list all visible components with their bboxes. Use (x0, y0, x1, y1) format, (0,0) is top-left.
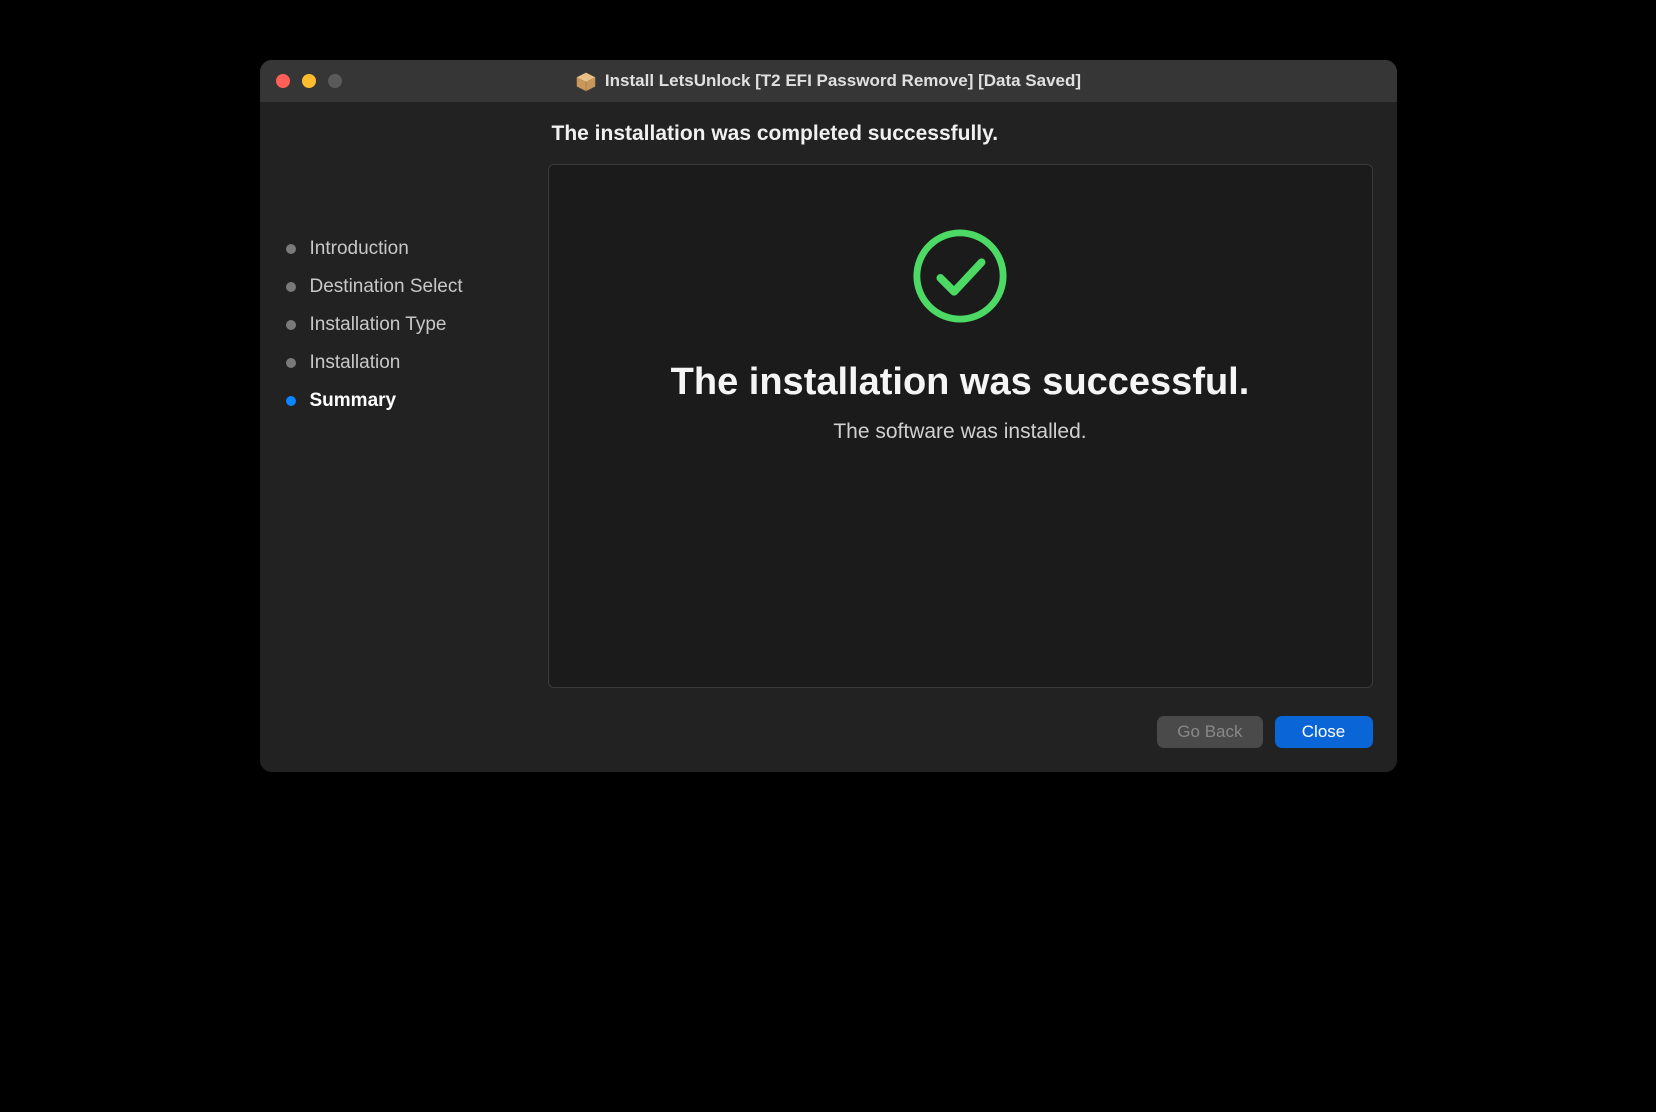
sidebar-item-label: Introduction (310, 238, 409, 260)
sidebar-item-introduction: Introduction (286, 230, 548, 268)
content-area: Introduction Destination Select Installa… (260, 102, 1397, 696)
traffic-lights (276, 74, 342, 88)
sidebar-item-installation-type: Installation Type (286, 306, 548, 344)
main-content: The installation was completed successfu… (548, 122, 1373, 696)
window-body: Introduction Destination Select Installa… (260, 102, 1397, 772)
window-title: Install LetsUnlock [T2 EFI Password Remo… (605, 71, 1081, 91)
package-icon (575, 70, 597, 92)
sidebar-item-destination-select: Destination Select (286, 268, 548, 306)
installer-window: Install LetsUnlock [T2 EFI Password Remo… (260, 60, 1397, 772)
success-checkmark-icon (911, 227, 1009, 325)
minimize-window-button[interactable] (302, 74, 316, 88)
result-panel: The installation was successful. The sof… (548, 164, 1373, 688)
close-button[interactable]: Close (1275, 716, 1373, 748)
sidebar-item-label: Summary (310, 390, 397, 412)
zoom-window-button (328, 74, 342, 88)
title-container: Install LetsUnlock [T2 EFI Password Remo… (260, 70, 1397, 92)
footer: Go Back Close (260, 696, 1397, 772)
sidebar-item-label: Installation (310, 352, 401, 374)
success-subtitle: The software was installed. (833, 420, 1086, 444)
status-heading: The installation was completed successfu… (548, 122, 1373, 146)
go-back-button: Go Back (1157, 716, 1262, 748)
step-dot-icon (286, 282, 296, 292)
close-window-button[interactable] (276, 74, 290, 88)
titlebar: Install LetsUnlock [T2 EFI Password Remo… (260, 60, 1397, 102)
sidebar: Introduction Destination Select Installa… (284, 122, 548, 696)
success-title: The installation was successful. (671, 361, 1250, 404)
step-dot-icon (286, 320, 296, 330)
sidebar-item-label: Installation Type (310, 314, 447, 336)
sidebar-item-installation: Installation (286, 344, 548, 382)
step-dot-icon (286, 244, 296, 254)
sidebar-item-summary: Summary (286, 382, 548, 420)
step-dot-icon (286, 358, 296, 368)
sidebar-item-label: Destination Select (310, 276, 463, 298)
step-dot-icon (286, 396, 296, 406)
